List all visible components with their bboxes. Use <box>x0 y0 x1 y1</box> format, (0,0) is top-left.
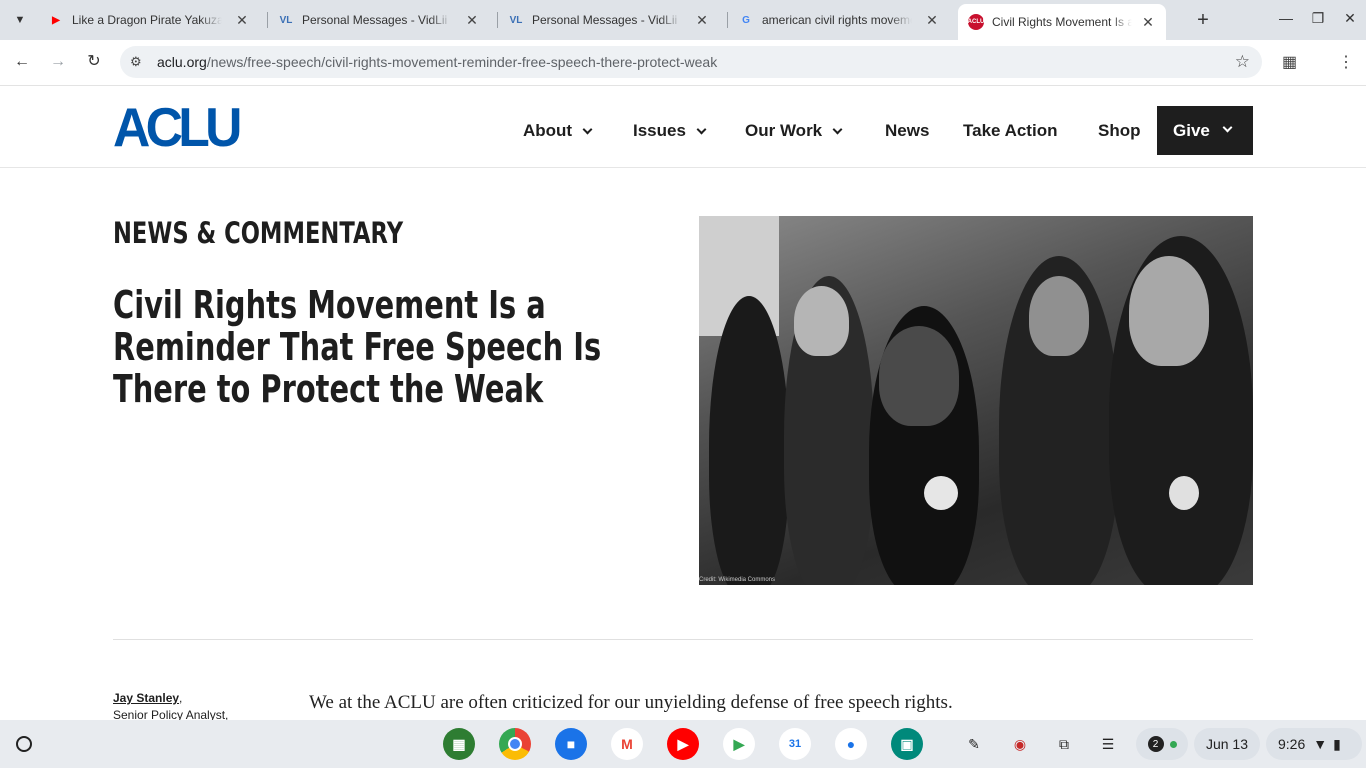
screen-record-icon[interactable]: ◉ <box>1006 728 1034 760</box>
photo-face <box>1029 276 1089 356</box>
tab-separator <box>497 12 498 28</box>
chevron-down-icon <box>582 124 593 135</box>
close-icon[interactable]: ✕ <box>694 12 710 29</box>
give-label: Give <box>1173 120 1210 140</box>
launcher-icon[interactable] <box>16 736 32 752</box>
play-store-icon[interactable]: ▶ <box>723 728 755 760</box>
menu-kebab-icon[interactable]: ⋮ <box>1338 52 1354 72</box>
site-header: ACLU About Issues Our Work News Take Act… <box>0 87 1366 168</box>
article-hero-photo: Credit: Wikimedia Commons <box>699 216 1253 585</box>
nav-about[interactable]: About <box>523 121 593 141</box>
tab-title: Personal Messages - VidLii <box>532 13 678 27</box>
clock-time: 9:26 <box>1278 736 1306 752</box>
battery-icon: ▮ <box>1333 735 1341 752</box>
window-close-icon[interactable]: ✕ <box>1342 10 1358 27</box>
status-tray[interactable]: 9:26 ▼ ▮ <box>1266 728 1362 760</box>
nav-issues[interactable]: Issues <box>633 121 707 141</box>
tab-title: Like a Dragon Pirate Yakuza in Hawaii <box>72 13 222 27</box>
photo-face <box>879 326 959 426</box>
author-byline: Jay Stanley, Senior Policy Analyst, <box>113 691 229 722</box>
give-button[interactable]: Give <box>1157 106 1253 155</box>
article-headline: Civil Rights Movement Is a Reminder That… <box>113 283 602 411</box>
reload-icon[interactable]: ↻ <box>84 52 104 72</box>
classroom-icon[interactable]: ▣ <box>891 728 923 760</box>
nav-news[interactable]: News <box>885 121 929 141</box>
wifi-icon: ▼ <box>1313 736 1328 752</box>
app-grid-icon[interactable]: ▦ <box>443 728 475 760</box>
nav-take-action[interactable]: Take Action <box>963 121 1057 141</box>
address-bar[interactable]: ⚙ aclu.org/news/free-speech/civil-rights… <box>120 46 1262 78</box>
files-icon[interactable]: ■ <box>555 728 587 760</box>
tab-google-search[interactable]: G american civil rights movement ✕ <box>738 6 940 34</box>
photo-button-pin <box>1169 476 1199 510</box>
youtube-icon: ▶ <box>52 14 60 26</box>
tab-vidlii-2[interactable]: VL Personal Messages - VidLii ✕ <box>508 6 710 34</box>
photo-figure <box>709 296 789 585</box>
aclu-icon: ACLU <box>968 14 984 30</box>
tab-title: american civil rights movement <box>762 13 912 27</box>
minimize-icon[interactable]: — <box>1278 10 1294 26</box>
tab-separator <box>727 12 728 28</box>
status-dot-icon <box>1169 740 1177 748</box>
close-icon[interactable]: ✕ <box>1140 14 1156 31</box>
extensions-puzzle-icon[interactable]: ▦ <box>1282 52 1297 72</box>
gmail-icon[interactable]: M <box>611 728 643 760</box>
notification-count: 2 <box>1147 736 1164 752</box>
tote-icon[interactable]: ⧉ <box>1050 728 1078 760</box>
bookmark-star-icon[interactable]: ☆ <box>1235 52 1250 72</box>
media-controls-icon[interactable]: ☰ <box>1094 728 1122 760</box>
nav-shop[interactable]: Shop <box>1098 121 1141 141</box>
chevron-down-icon <box>1222 122 1233 133</box>
content-divider <box>113 639 1253 640</box>
url-text: aclu.org/news/free-speech/civil-rights-m… <box>157 54 717 70</box>
restore-icon[interactable]: ❐ <box>1310 10 1326 27</box>
photo-button-pin <box>924 476 958 510</box>
vidlii-icon: VL <box>509 14 523 26</box>
tab-search-chevron-icon[interactable]: ▼ <box>8 8 32 32</box>
nav-our-work[interactable]: Our Work <box>745 121 843 141</box>
back-arrow-icon[interactable]: ← <box>12 52 32 72</box>
tab-strip: ▼ ▶ Like a Dragon Pirate Yakuza in Hawai… <box>0 0 1366 40</box>
google-icon: G <box>742 14 750 26</box>
tab-separator <box>267 12 268 28</box>
aclu-logo[interactable]: ACLU <box>113 100 242 155</box>
youtube-icon[interactable]: ▶ <box>667 728 699 760</box>
close-icon[interactable]: ✕ <box>924 12 940 29</box>
forward-arrow-icon[interactable]: → <box>48 52 68 72</box>
notification-tray[interactable]: 2 <box>1136 728 1188 760</box>
tab-title: Personal Messages - VidLii <box>302 13 448 27</box>
date-tray[interactable]: Jun 13 <box>1194 728 1260 760</box>
site-settings-icon[interactable]: ⚙ <box>130 54 142 70</box>
messages-icon[interactable]: ● <box>835 728 867 760</box>
browser-toolbar: ← → ↻ ⚙ aclu.org/news/free-speech/civil-… <box>0 40 1366 86</box>
url-path: /news/free-speech/civil-rights-movement-… <box>206 54 718 70</box>
photo-face <box>1129 256 1209 366</box>
os-shelf: ▦ ■ M ▶ ▶ 31 ● ▣ ✎ ◉ ⧉ ☰ 2 Jun 13 9:26 ▼ ▮ <box>0 720 1366 768</box>
vidlii-icon: VL <box>279 14 293 26</box>
chrome-icon[interactable] <box>499 728 531 760</box>
nav-label: Our Work <box>745 121 823 140</box>
section-kicker[interactable]: NEWS & COMMENTARY <box>113 216 403 250</box>
photo-credit: Credit: Wikimedia Commons <box>699 577 776 583</box>
tab-title: Civil Rights Movement Is a Reminder <box>992 15 1132 29</box>
calendar-icon[interactable]: 31 <box>779 728 811 760</box>
close-icon[interactable]: ✕ <box>234 12 250 29</box>
article-first-paragraph: We at the ACLU are often criticized for … <box>309 692 953 713</box>
url-host: aclu.org <box>157 54 207 70</box>
tab-vidlii-1[interactable]: VL Personal Messages - VidLii ✕ <box>278 6 480 34</box>
close-icon[interactable]: ✕ <box>464 12 480 29</box>
nav-label: Issues <box>633 121 686 140</box>
chevron-down-icon <box>696 124 707 135</box>
nav-label: About <box>523 121 573 140</box>
tab-youtube[interactable]: ▶ Like a Dragon Pirate Yakuza in Hawaii … <box>48 6 250 34</box>
tab-aclu-active[interactable]: ACLU Civil Rights Movement Is a Reminder… <box>958 4 1166 40</box>
pen-icon[interactable]: ✎ <box>960 728 988 760</box>
author-link[interactable]: Jay Stanley <box>113 691 179 705</box>
photo-face <box>794 286 849 356</box>
new-tab-plus-icon[interactable]: + <box>1193 10 1213 30</box>
chevron-down-icon <box>832 124 843 135</box>
